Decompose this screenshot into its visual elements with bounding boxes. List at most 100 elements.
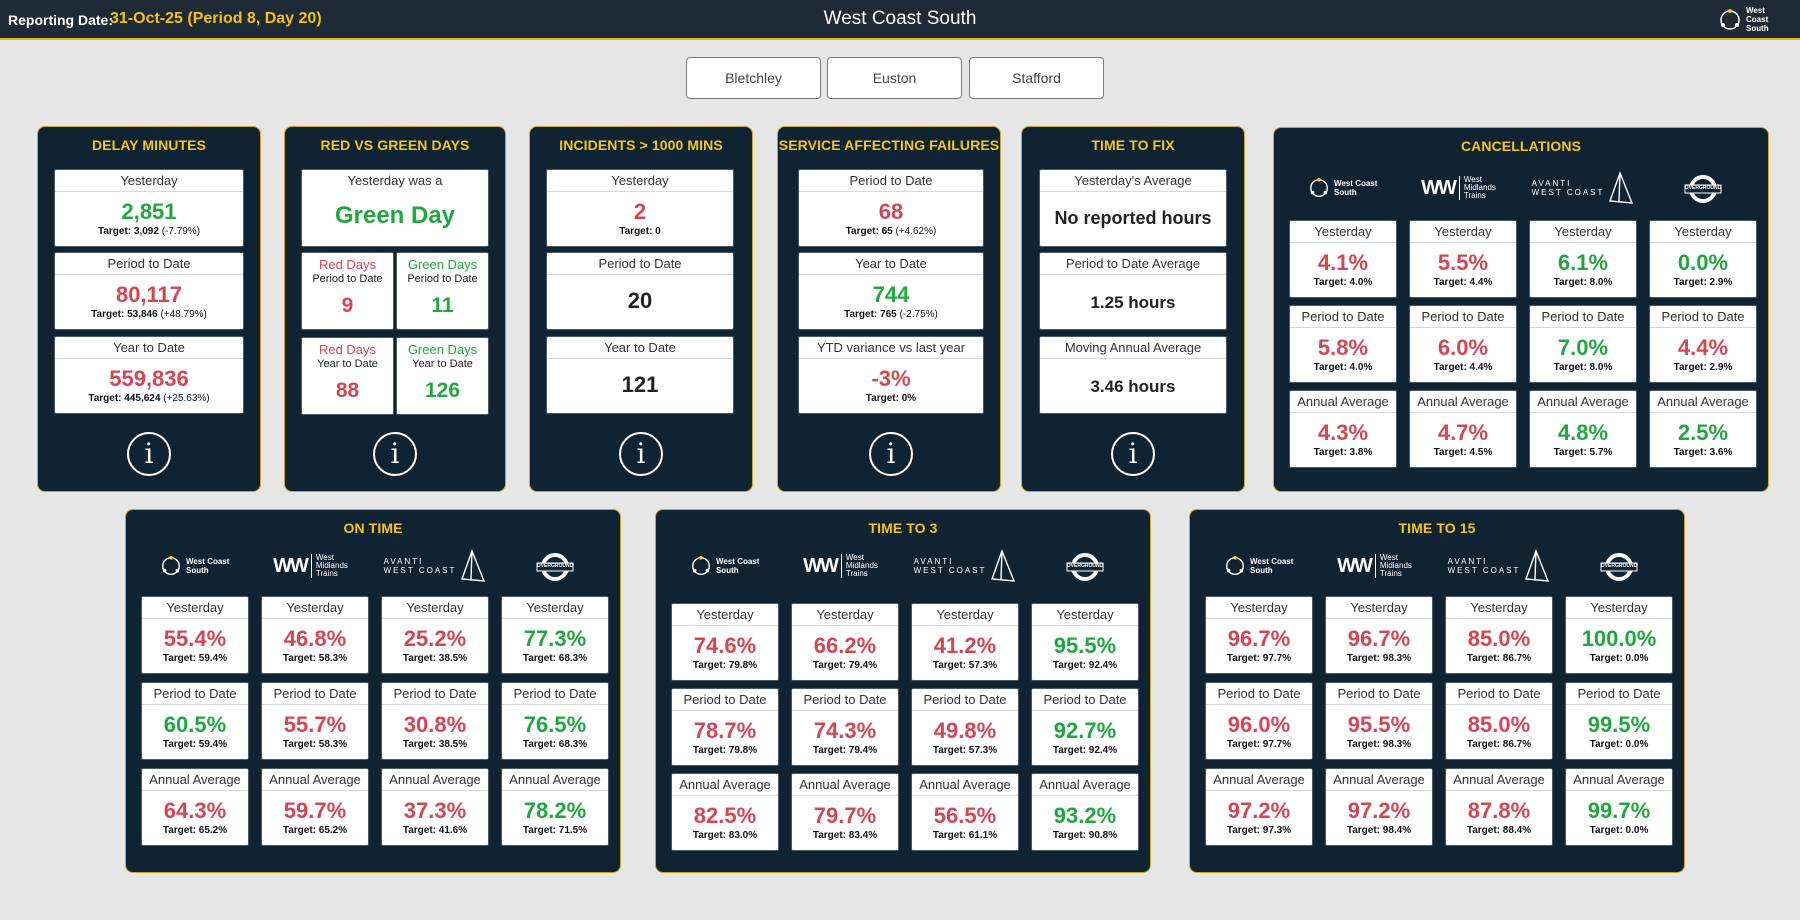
route-button-euston[interactable]: Euston [827,57,962,99]
overground-roundel: OVERGROUND [1684,174,1722,203]
tile-value: 5.8% [1317,335,1369,360]
t15-ptd-tile: Period to Date 95.5% Target: 98.3% [1325,682,1433,760]
tile-value: 95.5% [1347,712,1411,737]
tile-label: Period to Date [1032,689,1138,711]
page-title: West Coast South [823,8,977,29]
tile-target: Target: 8.0% [1553,362,1613,373]
info-icon[interactable]: i [1111,432,1155,476]
tile-target: Target: 38.5% [402,653,468,664]
delay-ytd-tile: Year to Date 559,836 Target: 445,624 (+2… [54,336,244,414]
ontime-annual-tile: Annual Average 37.3% Target: 41.6% [381,768,489,846]
tile-value: 82.5% [693,803,757,828]
tile-label: Yesterday [792,604,898,626]
tile-value: Green Day [334,202,456,229]
tile-target: Target: 2.9% [1673,277,1733,288]
tile-target: Target: 3,092 (-7.79%) [97,226,201,237]
avanti-logo: AVANTI WEST COAST [907,546,1023,586]
tile-label: Period to Date [1326,683,1432,705]
green-days-ptd-tile: Green Days Period to Date 11 [396,252,489,330]
wmt-logo-text: West Midlands Trains [310,554,357,578]
t3-annual-tile: Annual Average 82.5% Target: 83.0% [671,773,779,851]
time-to-15-panel: TIME TO 15 West Coast South Yesterday 96.7… [1189,509,1685,873]
tile-label: Period to Date [912,689,1018,711]
tile-target: Target: 445,624 (+25.63%) [88,393,210,404]
tile-value: 87.8% [1467,798,1531,823]
wcs-logo-text: West Coast South [186,557,230,575]
tile-target: Target: 65.2% [282,825,348,836]
tile-value: 85.0% [1467,712,1531,737]
tile-target: Target: 98.3% [1346,739,1412,750]
tile-target: Target: 61.1% [932,830,998,841]
rg-yesterday-tile: Yesterday was a Green Day [301,169,489,247]
wcs-logo: West Coast South [137,546,253,586]
t3-yesterday-tile: Yesterday 41.2% Target: 57.3% [911,603,1019,681]
cancel-annual-tile: Annual Average 4.7% Target: 4.5% [1409,390,1517,468]
wcs-logo-text: West Coast South [1334,179,1378,197]
tile-value: 88 [335,379,360,402]
tile-value: 56.5% [933,803,997,828]
tile-label: Yesterday [1410,221,1516,243]
tile-value: 60.5% [163,712,227,737]
wcs-logo-icon [692,555,710,575]
tile-value: 78.7% [693,718,757,743]
avanti-triangle-icon [1609,171,1634,204]
top-bar: Reporting Date: 31-Oct-25 (Period 8, Day… [0,0,1800,40]
tile-value: 2 [633,199,647,224]
tile-value: No reported hours [1054,208,1212,228]
tile-target: Target: 97.3% [1226,825,1292,836]
tile-target: Target: 59.4% [162,653,228,664]
ontime-ptd-tile: Period to Date 76.5% Target: 68.3% [501,682,609,760]
t3-annual-tile: Annual Average 93.2% Target: 90.8% [1031,773,1139,851]
ontime-annual-tile: Annual Average 78.2% Target: 71.5% [501,768,609,846]
tile-label: Period to Date [672,689,778,711]
t15-ptd-tile: Period to Date 96.0% Target: 97.7% [1205,682,1313,760]
tile-value: 59.7% [283,798,347,823]
cancel-yesterday-tile: Yesterday 4.1% Target: 4.0% [1289,220,1397,298]
tile-label: Period to Date [1410,306,1516,328]
ontime-ptd-tile: Period to Date 60.5% Target: 59.4% [141,682,249,760]
wcs-logo-icon [1310,177,1328,197]
info-icon[interactable]: i [373,432,417,476]
tile-label: Yesterday [1326,597,1432,619]
panel-title: DELAY MINUTES [91,137,207,153]
t15-annual-tile: Annual Average 99.7% Target: 0.0% [1565,768,1673,846]
route-button-stafford[interactable]: Stafford [969,57,1104,99]
tile-value: 20 [627,288,653,313]
tile-label: Period to Date [799,170,983,192]
tile-label: Annual Average [1410,391,1516,413]
tile-value: 1.25 hours [1090,293,1176,312]
ontime-yesterday-tile: Yesterday 46.8% Target: 58.3% [261,596,369,674]
avanti-triangle-icon [461,549,486,582]
tile-target: Target: 65.2% [162,825,228,836]
tile-label: Annual Average [1032,774,1138,796]
t3-ptd-tile: Period to Date 74.3% Target: 79.4% [791,688,899,766]
tile-label: Annual Average [672,774,778,796]
info-icon[interactable]: i [619,432,663,476]
saf-ytd-tile: Year to Date 744 Target: 765 (-2.75%) [798,252,984,330]
route-button-bletchley[interactable]: Bletchley [686,57,821,99]
wmt-mark: WW [1421,176,1457,199]
tile-target: Target: 58.3% [282,739,348,750]
wcs-logo: West Coast South [1285,168,1401,208]
tile-value: 55.4% [163,626,227,651]
cancellations-panel: CANCELLATIONS West Coast South Yesterday 4… [1273,127,1769,492]
tile-value: 95.5% [1053,633,1117,658]
tile-label: Yesterday [55,170,243,192]
overground-roundel: OVERGROUND [1066,552,1104,581]
tile-label: Yesterday [547,170,733,192]
tile-label: Annual Average [502,769,608,791]
t3-yesterday-tile: Yesterday 74.6% Target: 79.8% [671,603,779,681]
info-icon[interactable]: i [869,432,913,476]
tile-label: Period to Date [55,253,243,275]
t15-annual-tile: Annual Average 97.2% Target: 97.3% [1205,768,1313,846]
info-icon[interactable]: i [127,432,171,476]
tile-label: Yesterday [1446,597,1552,619]
tile-value: 744 [872,282,910,307]
panel-title: TIME TO 15 [1398,520,1476,536]
tile-value: 30.8% [403,712,467,737]
tile-value: 6.0% [1437,335,1489,360]
tile-label: Yesterday [1530,221,1636,243]
tile-sublabel: Year to Date [317,358,378,370]
wmt-logo: WW West Midlands Trains [1321,546,1437,586]
cancel-yesterday-tile: Yesterday 6.1% Target: 8.0% [1529,220,1637,298]
